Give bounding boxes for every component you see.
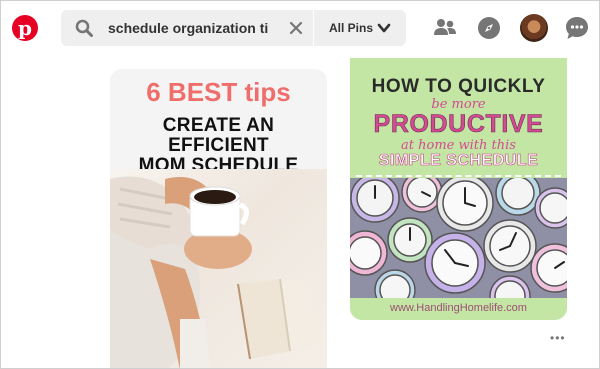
pin-headline: HOW TO QUICKLY xyxy=(371,76,546,97)
pin-highlight: SIMPLE SCHEDULE xyxy=(378,152,539,170)
avatar[interactable] xyxy=(520,14,548,42)
top-navigation-bar: p schedule organization ti All Pins xyxy=(1,1,599,55)
clocks-photo xyxy=(350,170,567,317)
coffee-photo xyxy=(110,169,327,368)
pinterest-logo[interactable]: p xyxy=(12,15,38,41)
pin-source-url: www.HandlingHomelife.com xyxy=(390,302,527,314)
pin-text-line: EFFICIENT xyxy=(168,135,269,156)
search-bar[interactable]: schedule organization ti xyxy=(61,10,313,46)
divider xyxy=(356,175,561,177)
pin-card-mom-schedule[interactable]: 6 BEST tips CREATE AN EFFICIENT MOM SCHE… xyxy=(110,69,327,368)
pin-text-line: CREATE AN xyxy=(162,115,275,136)
pinterest-search-page: p schedule organization ti All Pins 6 BE… xyxy=(0,0,600,369)
search-input[interactable]: schedule organization ti xyxy=(108,20,286,36)
close-icon[interactable] xyxy=(289,21,303,35)
filter-label: All Pins xyxy=(329,21,374,35)
pin-filter-dropdown[interactable]: All Pins xyxy=(314,10,406,46)
pin-headline: 6 BEST tips xyxy=(146,77,291,107)
pin-card-productive-schedule[interactable]: HOW TO QUICKLY be more PRODUCTIVE at hom… xyxy=(350,58,567,320)
chevron-down-icon xyxy=(377,23,391,33)
more-options-icon[interactable]: ••• xyxy=(550,331,566,345)
chat-icon[interactable] xyxy=(564,15,590,41)
compass-icon[interactable] xyxy=(476,15,502,41)
search-icon xyxy=(75,19,93,37)
people-icon[interactable] xyxy=(432,15,458,41)
pin-subtitle: at home with this xyxy=(401,138,516,153)
pin-highlight: PRODUCTIVE xyxy=(373,110,544,139)
